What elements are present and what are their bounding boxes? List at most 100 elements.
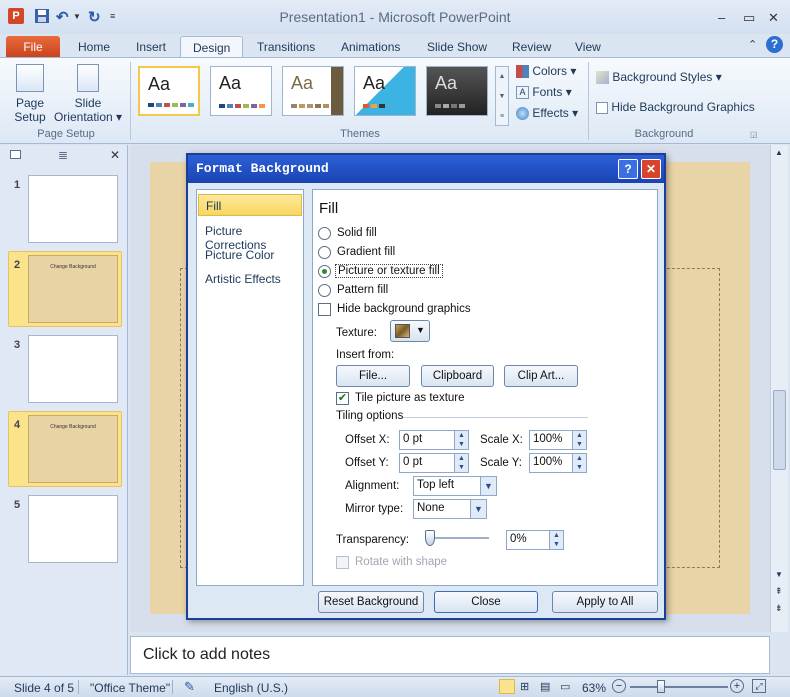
radio-solid-fill[interactable] <box>318 227 331 240</box>
spell-check-icon[interactable]: ✎ <box>184 679 195 695</box>
reading-view-icon[interactable]: ▤ <box>540 680 550 693</box>
clipboard-button[interactable]: Clipboard <box>421 365 494 387</box>
transparency-slider[interactable] <box>425 529 489 547</box>
nav-picture-color[interactable]: Picture Color <box>198 244 302 266</box>
fonts-button[interactable]: A Fonts ▾ <box>516 85 586 103</box>
transparency-spinner[interactable]: 0% ▲ ▼ <box>506 530 564 550</box>
checkbox-hide-bg-graphics[interactable] <box>318 303 331 316</box>
background-styles-button[interactable]: Background Styles ▾ <box>596 70 746 88</box>
reset-background-button[interactable]: Reset Background <box>318 591 424 613</box>
label-rotate-with-shape[interactable]: Rotate with shape <box>355 556 447 568</box>
tab-transitions[interactable]: Transitions <box>245 36 327 58</box>
tab-design[interactable]: Design <box>180 36 244 58</box>
minimize-button[interactable]: – <box>718 10 725 25</box>
theme-4[interactable]: Aa <box>354 66 416 116</box>
label-hide-bg-graphics[interactable]: Hide background graphics <box>337 303 471 315</box>
label-gradient-fill[interactable]: Gradient fill <box>337 246 395 258</box>
theme-name[interactable]: "Office Theme" <box>90 681 170 695</box>
mirror-type-dropdown[interactable]: None ▼ <box>413 499 487 519</box>
radio-picture-texture-fill[interactable] <box>318 265 331 278</box>
zoom-in-icon[interactable]: + <box>730 679 744 693</box>
fit-to-window-icon[interactable]: ⤢ <box>752 679 766 693</box>
label-pattern-fill[interactable]: Pattern fill <box>337 284 388 296</box>
themes-scroll[interactable]: ▲ ▼ ≡ <box>495 66 509 126</box>
effects-button[interactable]: Effects ▾ <box>516 106 586 124</box>
alignment-dropdown[interactable]: Top left ▼ <box>413 476 497 496</box>
theme-5[interactable]: Aa <box>426 66 488 116</box>
previous-slide-icon[interactable]: ⇞ <box>775 586 783 597</box>
scroll-up-icon[interactable]: ▲ <box>775 148 783 157</box>
tab-home[interactable]: Home <box>66 36 122 58</box>
nav-picture-corrections[interactable]: Picture Corrections <box>198 220 302 252</box>
scale-x-spinner[interactable]: 100% ▲ ▼ <box>529 430 587 450</box>
tab-insert[interactable]: Insert <box>124 36 178 58</box>
tab-slide-show[interactable]: Slide Show <box>415 36 499 58</box>
next-slide-icon[interactable]: ⇟ <box>775 603 783 614</box>
texture-picker[interactable]: ▼ <box>390 320 430 342</box>
vertical-scrollbar[interactable]: ▲ ▼ ⇞ ⇟ <box>770 145 788 632</box>
slides-tab-icon[interactable] <box>10 150 21 159</box>
label-tile-texture[interactable]: Tile picture as texture <box>355 392 465 404</box>
notes-pane[interactable]: Click to add notes <box>130 636 770 674</box>
spinner-arrows-icon[interactable]: ▲ ▼ <box>454 454 468 472</box>
offset-x-spinner[interactable]: 0 pt ▲ ▼ <box>399 430 469 450</box>
clip-art-button[interactable]: Clip Art... <box>504 365 578 387</box>
dialog-close-button[interactable]: ✕ <box>641 159 661 179</box>
dialog-launcher-icon[interactable]: ◲ <box>750 130 758 139</box>
language[interactable]: English (U.S.) <box>214 681 288 695</box>
page-setup-button[interactable]: Page Setup <box>8 64 52 124</box>
scroll-down-icon[interactable]: ▼ <box>775 570 783 579</box>
slider-thumb[interactable] <box>425 530 435 546</box>
slide-orientation-button[interactable]: Slide Orientation ▾ <box>52 64 124 124</box>
slide-thumbnail-1[interactable] <box>28 175 118 243</box>
label-solid-fill[interactable]: Solid fill <box>337 227 377 239</box>
spinner-arrows-icon[interactable]: ▲ ▼ <box>572 454 586 472</box>
nav-fill[interactable]: Fill <box>198 194 302 216</box>
dialog-help-button[interactable]: ? <box>618 159 638 179</box>
apply-to-all-button[interactable]: Apply to All <box>552 591 658 613</box>
checkbox-tile-texture[interactable]: ✔ <box>336 392 349 405</box>
slide-thumbnail-2[interactable]: Change Background <box>28 255 118 323</box>
close-button-dialog[interactable]: Close <box>434 591 538 613</box>
slide-sorter-icon[interactable]: ⊞ <box>520 680 529 693</box>
spinner-arrows-icon[interactable]: ▲ ▼ <box>454 431 468 449</box>
scale-y-spinner[interactable]: 100% ▲ ▼ <box>529 453 587 473</box>
slide-counter[interactable]: Slide 4 of 5 <box>14 681 74 695</box>
zoom-slider-thumb[interactable] <box>656 680 665 693</box>
tab-animations[interactable]: Animations <box>329 36 412 58</box>
normal-view-icon[interactable] <box>499 679 515 694</box>
radio-gradient-fill[interactable] <box>318 246 331 259</box>
scroll-thumb[interactable] <box>773 390 786 470</box>
file-button[interactable]: File... <box>336 365 410 387</box>
outline-tab-icon[interactable]: ≣ <box>58 148 68 162</box>
nav-artistic-effects[interactable]: Artistic Effects <box>198 268 302 290</box>
close-pane-icon[interactable]: ✕ <box>110 148 120 162</box>
colors-icon <box>516 65 529 79</box>
slide-thumbnail-3[interactable] <box>28 335 118 403</box>
slide-thumbnail-5[interactable] <box>28 495 118 563</box>
slide-show-icon[interactable]: ▭ <box>560 680 570 693</box>
spinner-arrows-icon[interactable]: ▲ ▼ <box>549 531 563 549</box>
zoom-slider[interactable] <box>630 680 728 693</box>
colors-button[interactable]: Colors ▾ <box>516 64 586 82</box>
close-button[interactable]: ✕ <box>768 10 779 26</box>
theme-3[interactable]: Aa <box>282 66 344 116</box>
zoom-level[interactable]: 63% <box>582 681 606 695</box>
offset-y-spinner[interactable]: 0 pt ▲ ▼ <box>399 453 469 473</box>
checkbox-rotate-with-shape[interactable] <box>336 556 349 569</box>
radio-pattern-fill[interactable] <box>318 284 331 297</box>
hide-background-graphics-checkbox[interactable]: Hide Background Graphics <box>596 100 766 118</box>
notes-placeholder: Click to add notes <box>143 646 271 663</box>
theme-office[interactable]: Aa <box>138 66 200 116</box>
tab-view[interactable]: View <box>563 36 613 58</box>
restore-button[interactable]: ▭ <box>743 10 755 26</box>
zoom-out-icon[interactable]: − <box>612 679 626 693</box>
label-picture-texture-fill[interactable]: Picture or texture fill <box>335 264 443 278</box>
spinner-arrows-icon[interactable]: ▲ ▼ <box>572 431 586 449</box>
theme-2[interactable]: Aa <box>210 66 272 116</box>
slide-thumbnail-4[interactable]: Change Background <box>28 415 118 483</box>
tab-review[interactable]: Review <box>500 36 563 58</box>
tab-file[interactable]: File <box>6 36 60 58</box>
minimize-ribbon-icon[interactable]: ⌃ <box>748 38 757 51</box>
help-icon[interactable]: ? <box>766 36 783 53</box>
